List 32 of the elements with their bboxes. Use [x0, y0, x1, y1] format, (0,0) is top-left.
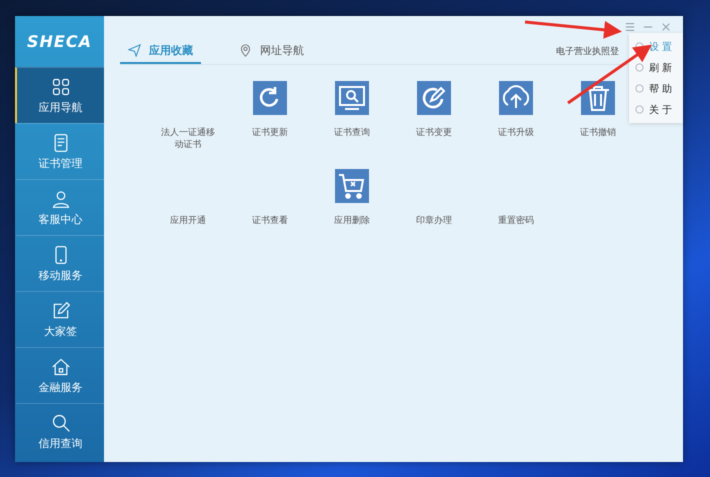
tab[interactable]: 网址导航: [231, 38, 312, 64]
app-item[interactable]: 法人一证通移动证书: [147, 81, 229, 169]
app-item[interactable]: 重置密码: [475, 169, 557, 257]
circle-icon: [635, 84, 644, 93]
search-icon: [335, 81, 369, 115]
header-text: 电子营业执照登: [556, 46, 619, 58]
app-item[interactable]: 证书升级: [475, 81, 557, 169]
circle-icon: [635, 63, 644, 72]
app-item[interactable]: 证书更新: [229, 81, 311, 169]
app-item[interactable]: 印章办理: [393, 169, 475, 257]
trash-icon: [581, 81, 615, 115]
app-item[interactable]: 证书查询: [311, 81, 393, 169]
edit-icon: [417, 81, 451, 115]
paper-plane-icon: [128, 44, 141, 56]
location-pin-icon: [239, 44, 252, 56]
menu-icon[interactable]: [625, 22, 635, 32]
close-icon[interactable]: [661, 22, 671, 32]
person-icon: [50, 188, 70, 208]
circle-icon: [635, 105, 644, 114]
app-item[interactable]: 证书变更: [393, 81, 475, 169]
search-icon: [50, 412, 70, 432]
cart-icon: [335, 169, 369, 203]
grid-icon: [50, 76, 70, 96]
house-icon: [50, 356, 70, 376]
refresh-icon: [253, 81, 287, 115]
app-item[interactable]: 证书查看: [229, 169, 311, 257]
app-item[interactable]: 应用删除: [311, 169, 393, 257]
app-item[interactable]: 应用开通: [147, 169, 229, 257]
sidebar-item[interactable]: 应用导航: [15, 67, 104, 123]
logo: SHECA: [26, 31, 93, 53]
upload-icon: [499, 81, 533, 115]
menu-item[interactable]: 刷 新: [629, 57, 683, 78]
